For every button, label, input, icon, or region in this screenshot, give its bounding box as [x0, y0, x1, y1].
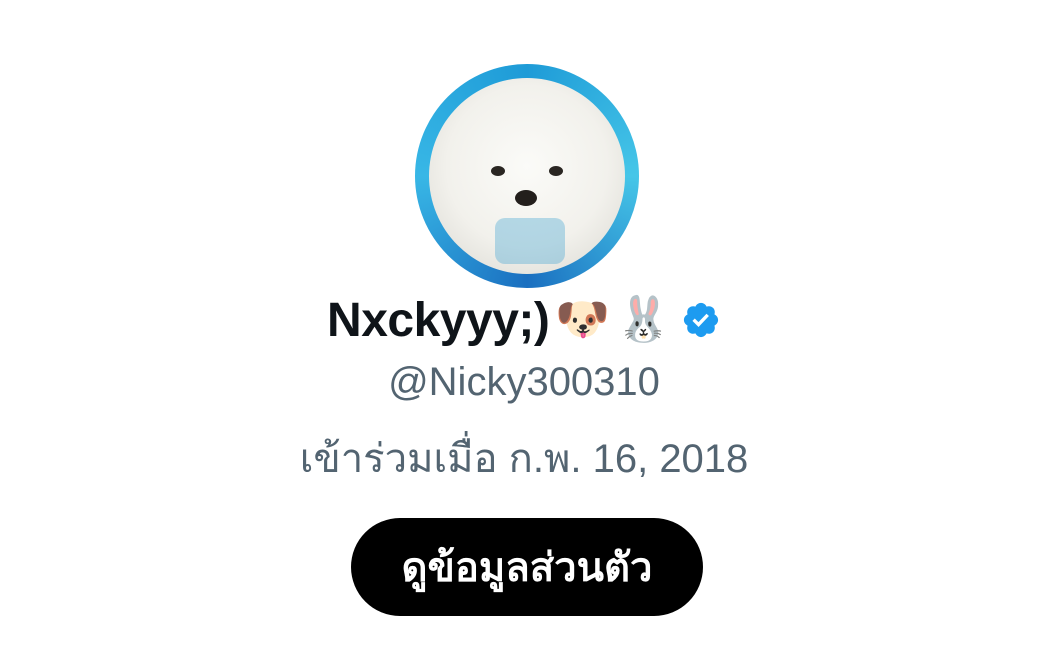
view-profile-button[interactable]: ดูข้อมูลส่วนตัว: [351, 518, 703, 616]
dog-emoji-icon: 🐶: [555, 295, 611, 344]
profile-handle: @Nicky300310: [388, 360, 660, 404]
dog-eye-left: [491, 166, 505, 176]
verified-badge-icon[interactable]: [681, 300, 721, 340]
profile-card: Nxckyyy;) 🐶 🐰 @Nicky300310 เข้าร่วมเมื่อ…: [0, 0, 1048, 653]
avatar[interactable]: [409, 58, 645, 294]
dog-nose: [515, 190, 537, 206]
avatar-ring: [415, 64, 639, 288]
rabbit-emoji-icon: 🐰: [616, 295, 671, 344]
avatar-logo-overlay: [495, 218, 565, 264]
avatar-photo-dog: [429, 78, 625, 274]
dog-eye-right: [549, 166, 563, 176]
display-name-row: Nxckyyy;) 🐶 🐰: [0, 288, 1048, 352]
display-name: Nxckyyy;): [327, 293, 550, 347]
joined-date: เข้าร่วมเมื่อ ก.พ. 16, 2018: [299, 437, 749, 481]
